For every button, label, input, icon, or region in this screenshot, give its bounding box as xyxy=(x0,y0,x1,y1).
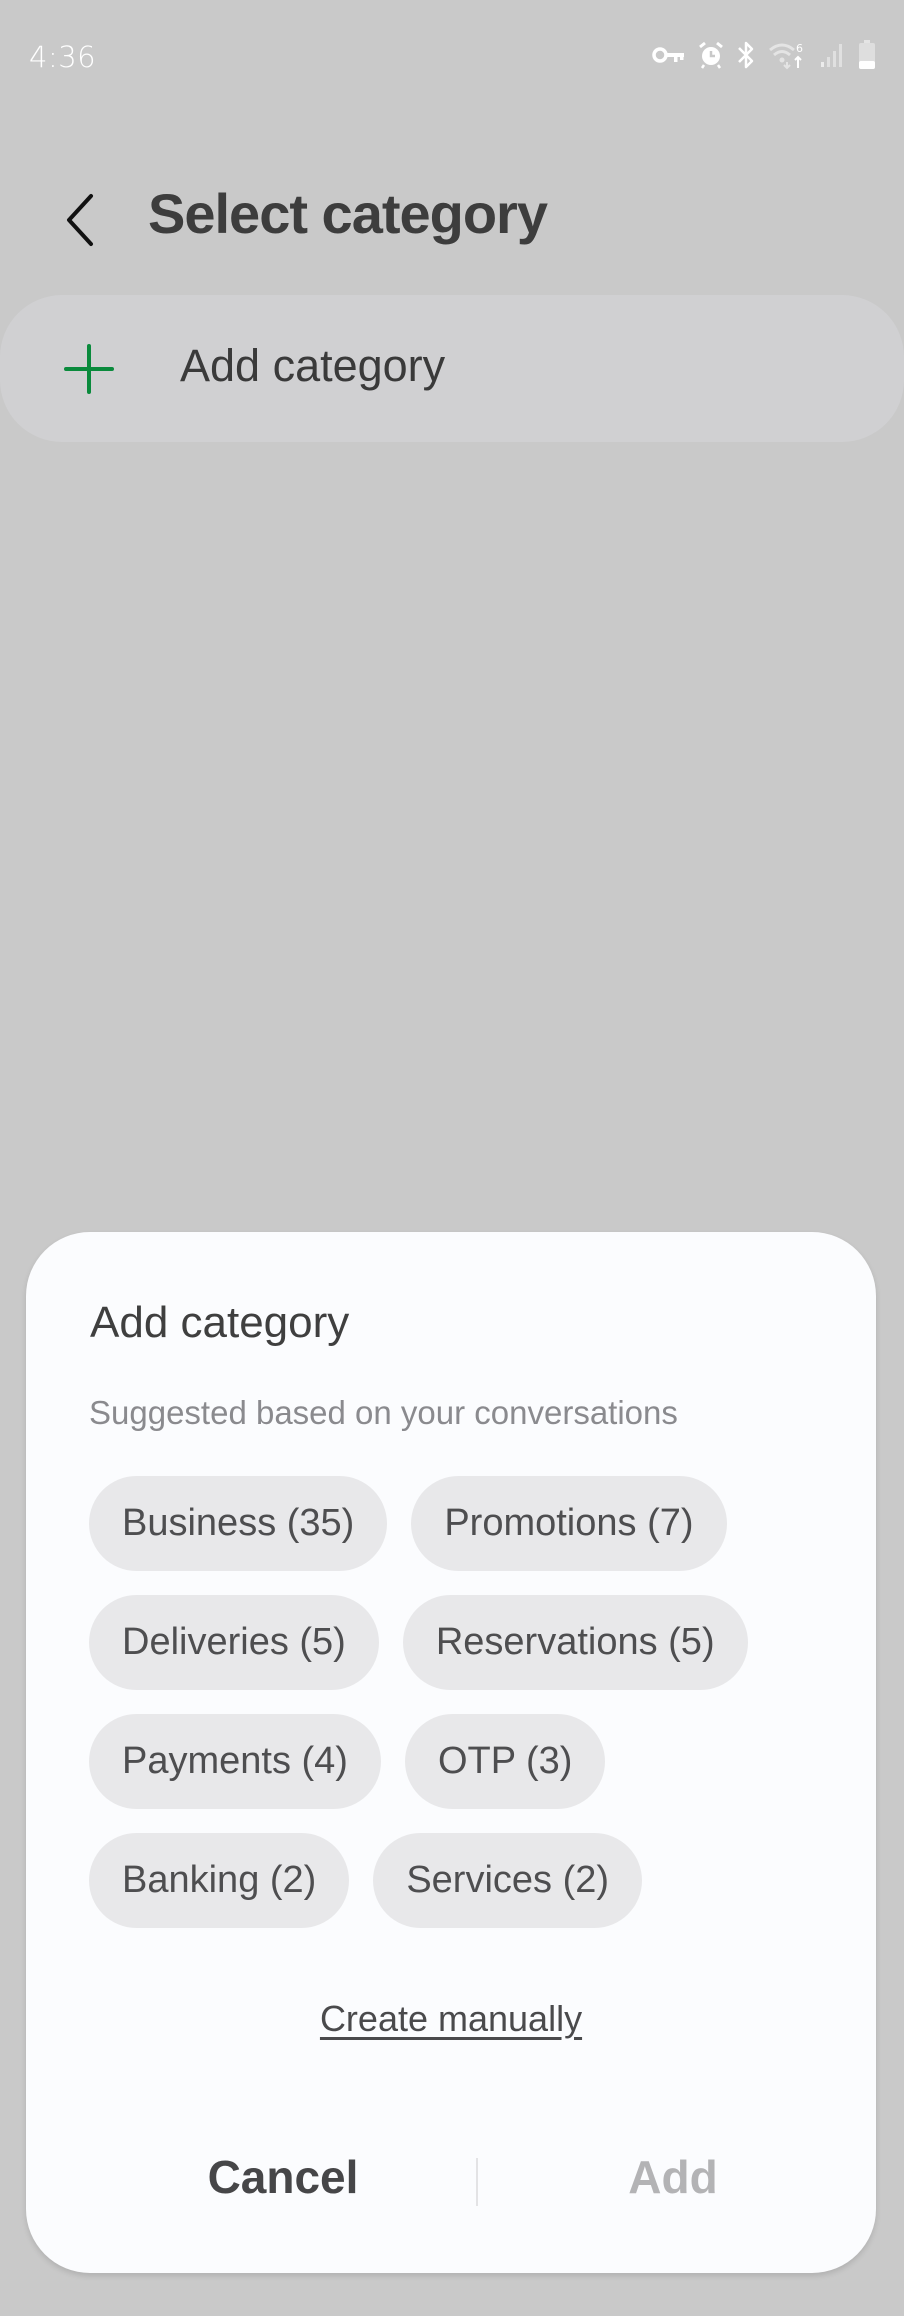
plus-icon xyxy=(64,344,114,394)
chip-business[interactable]: Business (35) xyxy=(89,1476,388,1571)
add-button[interactable]: Add xyxy=(523,2132,823,2222)
svg-text:6: 6 xyxy=(796,42,803,55)
chip-deliveries[interactable]: Deliveries (5) xyxy=(89,1595,379,1690)
bluetooth-icon xyxy=(736,40,756,70)
app-bar: Select category xyxy=(0,160,904,280)
signal-icon xyxy=(820,42,846,68)
alarm-icon xyxy=(698,41,724,69)
create-manually-link[interactable]: Create manually xyxy=(320,1998,582,2039)
chip-services[interactable]: Services (2) xyxy=(373,1833,643,1928)
chip-reservations[interactable]: Reservations (5) xyxy=(402,1595,748,1690)
sheet-title: Add category xyxy=(90,1298,350,1347)
status-bar: 4:36 6 xyxy=(0,0,904,100)
chip-otp[interactable]: OTP (3) xyxy=(404,1714,606,1809)
wifi-6-icon: 6 xyxy=(768,40,808,70)
create-manually-container: Create manually xyxy=(26,1998,876,2040)
sheet-footer: Cancel Add xyxy=(26,2132,876,2222)
sheet-subtitle: Suggested based on your conversations xyxy=(89,1394,678,1431)
battery-icon xyxy=(858,40,876,70)
page-title: Select category xyxy=(148,182,548,245)
add-category-sheet: Add category Suggested based on your con… xyxy=(26,1232,876,2273)
status-icons: 6 xyxy=(652,40,876,70)
back-button[interactable] xyxy=(50,184,110,260)
chip-promotions[interactable]: Promotions (7) xyxy=(411,1476,727,1571)
status-time: 4:36 xyxy=(29,40,97,74)
vpn-key-icon xyxy=(652,45,686,65)
add-category-row[interactable]: Add category xyxy=(0,295,904,442)
button-divider xyxy=(476,2158,478,2206)
add-category-label: Add category xyxy=(180,340,446,391)
chip-banking[interactable]: Banking (2) xyxy=(89,1833,350,1928)
suggested-category-chips: Business (35) Promotions (7) Deliveries … xyxy=(89,1476,829,1928)
cancel-button[interactable]: Cancel xyxy=(133,2132,433,2222)
chip-payments[interactable]: Payments (4) xyxy=(89,1714,381,1809)
chevron-left-icon xyxy=(65,192,95,253)
